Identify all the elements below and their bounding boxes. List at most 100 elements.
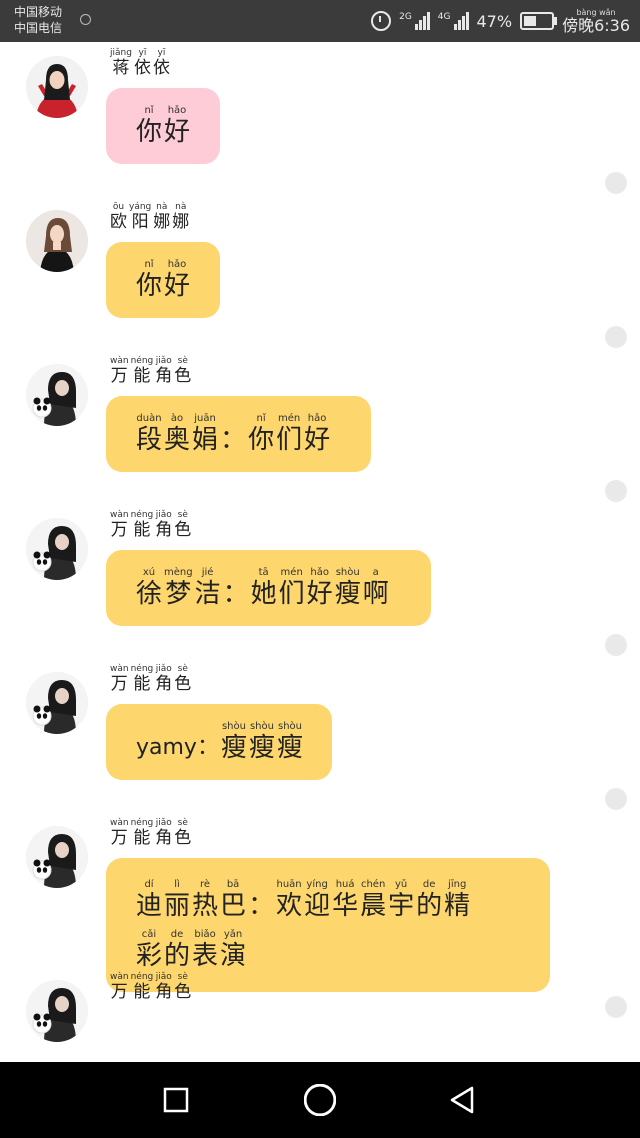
message-line: nǐ 你 hǎo 好 xyxy=(136,105,190,147)
hanzi: 瘦 xyxy=(334,579,361,609)
message-bubble[interactable]: yamy： shòu 瘦 shòu 瘦 shòu 瘦 xyxy=(106,704,332,780)
message-char: mén 们 xyxy=(279,567,305,609)
battery-percent: 47% xyxy=(476,11,513,31)
message-char: lì 丽 xyxy=(164,879,190,921)
message-char: hǎo 好 xyxy=(164,105,190,147)
pinyin: néng xyxy=(130,356,154,366)
sender-avatar[interactable] xyxy=(26,826,88,888)
pinyin: yáng xyxy=(129,202,152,212)
message-char: jīng 精 xyxy=(444,879,470,921)
hanzi: 万 xyxy=(110,520,128,540)
message-char: de 的 xyxy=(416,879,442,921)
chat-message-list[interactable]: jiǎng 蒋 yī 依 yī 依 nǐ 你 hǎo 好 ōu 欧 yáng 阳 nà 娜 nà 娜 nǐ 你 hǎo 好… xyxy=(0,42,640,1062)
sender-name: jiǎng 蒋 yī 依 yī 依 xyxy=(110,48,170,78)
message-char: dí 迪 xyxy=(136,879,162,921)
hanzi: 丽 xyxy=(164,891,191,921)
hanzi: 欢 xyxy=(276,891,303,921)
home-button[interactable] xyxy=(304,1084,336,1116)
message-char: ： xyxy=(220,413,246,455)
message-char: yǎn 演 xyxy=(220,929,246,971)
hanzi: 们 xyxy=(276,425,303,455)
message-char: yǔ 宇 xyxy=(388,879,414,921)
message-bubble[interactable]: nǐ 你 hǎo 好 xyxy=(106,242,220,318)
hanzi: 瘦 xyxy=(220,733,247,763)
pinyin: néng xyxy=(130,818,154,828)
sender-avatar[interactable] xyxy=(26,364,88,426)
pinyin: mén xyxy=(280,567,303,578)
pinyin: rè xyxy=(200,879,211,890)
hanzi: 色 xyxy=(174,982,192,1002)
hanzi: 你 xyxy=(136,117,163,147)
pinyin: xú xyxy=(142,567,156,578)
message-char: shòu 瘦 xyxy=(277,721,303,763)
pinyin: wàn xyxy=(110,510,129,520)
sender-avatar[interactable] xyxy=(26,56,88,118)
pinyin: hǎo xyxy=(310,567,329,578)
hanzi: 阳 xyxy=(131,212,149,232)
message-char: shòu 瘦 xyxy=(221,721,247,763)
message-char: biǎo 表 xyxy=(192,929,218,971)
pinyin: bā xyxy=(226,879,240,890)
message-char: juān 娟 xyxy=(192,413,218,455)
message-line: dí 迪 lì 丽 rè 热 bā 巴： huān 欢 yíng 迎 huá 华 chén 晨 yǔ 宇 de 的 jī… xyxy=(136,879,520,921)
pinyin: yǔ xyxy=(395,879,408,890)
pinyin: yī xyxy=(138,48,147,58)
sender-name-char: sè 色 xyxy=(174,510,191,540)
hanzi: 巴 xyxy=(220,891,247,921)
read-status-indicator xyxy=(605,634,627,656)
pinyin: yíng xyxy=(306,879,328,890)
message-line: xú 徐 mèng 梦 jié 洁： tā 她 mén 们 hǎo 好 shòu 瘦 a 啊 xyxy=(136,567,389,609)
pinyin: nǐ xyxy=(144,259,154,270)
sender-name-char: wàn 万 xyxy=(110,510,129,540)
hanzi: 演 xyxy=(220,941,247,971)
pinyin: sè xyxy=(177,818,188,828)
pinyin: hǎo xyxy=(167,259,187,270)
alarm-icon xyxy=(371,11,392,31)
hanzi: 热 xyxy=(192,891,219,921)
pinyin: sè xyxy=(177,664,188,674)
hanzi: 好 xyxy=(304,425,331,455)
pinyin: shòu xyxy=(221,721,246,732)
sender-name-char: wàn 万 xyxy=(110,818,129,848)
hanzi: 好 xyxy=(306,579,333,609)
message-char: xú 徐 xyxy=(136,567,162,609)
message-char: duàn 段 xyxy=(136,413,162,455)
back-button[interactable] xyxy=(448,1086,476,1114)
recent-apps-button[interactable] xyxy=(162,1086,190,1114)
sender-name-char: ōu 欧 xyxy=(110,202,127,232)
sender-avatar[interactable] xyxy=(26,980,88,1042)
hanzi: 色 xyxy=(174,674,192,694)
sender-avatar[interactable] xyxy=(26,518,88,580)
sender-name-char: wàn 万 xyxy=(110,972,129,1002)
message-char: jié 洁 xyxy=(195,567,221,609)
sender-name-char: néng 能 xyxy=(131,664,154,694)
sender-name-char: wàn 万 xyxy=(110,356,129,386)
pinyin: tā xyxy=(258,567,269,578)
hanzi: 万 xyxy=(110,828,128,848)
pinyin: néng xyxy=(130,510,154,520)
hanzi: 娟 xyxy=(192,425,219,455)
sender-name-char: néng 能 xyxy=(131,356,154,386)
signal-2g-icon: 2G xyxy=(399,12,430,30)
sender-avatar[interactable] xyxy=(26,672,88,734)
pinyin: wàn xyxy=(110,356,129,366)
hanzi: 她 xyxy=(250,579,277,609)
pinyin: shòu xyxy=(277,721,302,732)
hanzi: 你 xyxy=(136,271,163,301)
pinyin: hǎo xyxy=(307,413,327,424)
sender-name-char: jiǎng 蒋 xyxy=(110,48,132,78)
hanzi: 徐 xyxy=(136,579,163,609)
sender-name-char: sè 色 xyxy=(174,356,191,386)
hanzi: 们 xyxy=(278,579,305,609)
sender-avatar[interactable] xyxy=(26,210,88,272)
pinyin: de xyxy=(422,879,436,890)
sender-name-char: sè 色 xyxy=(174,972,191,1002)
message-bubble[interactable]: xú 徐 mèng 梦 jié 洁： tā 她 mén 们 hǎo 好 shòu 瘦 a 啊 xyxy=(106,550,431,626)
message-char: huān 欢 xyxy=(276,879,302,921)
message-bubble[interactable]: duàn 段 ào 奥 juān 娟： nǐ 你 mén 们 hǎo 好 xyxy=(106,396,371,472)
hanzi: 能 xyxy=(133,674,151,694)
message-bubble[interactable]: nǐ 你 hǎo 好 xyxy=(106,88,220,164)
sender-name-char: jiǎo 角 xyxy=(155,818,172,848)
message-char: chén 晨 xyxy=(360,879,386,921)
message-char: hǎo 好 xyxy=(304,413,330,455)
